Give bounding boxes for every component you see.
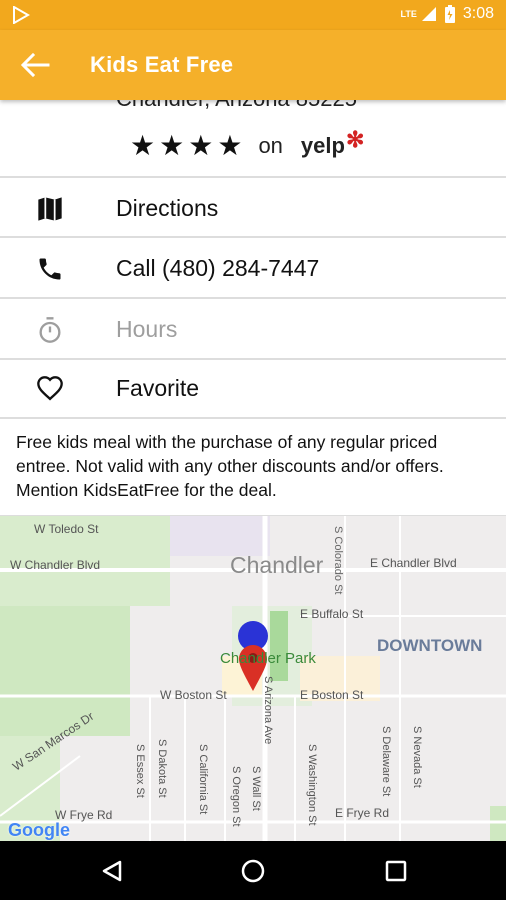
battery-icon — [444, 5, 455, 23]
yelp-logo[interactable]: yelp — [301, 133, 345, 159]
timer-icon — [39, 317, 61, 343]
street-label: S Delaware St — [380, 726, 392, 797]
back-arrow-icon[interactable] — [20, 52, 50, 78]
street-label: W Chandler Blvd — [10, 558, 101, 572]
star-icon: ★ — [159, 130, 185, 161]
star-icon: ★ — [130, 130, 156, 161]
call-label: Call (480) 284-7447 — [116, 255, 320, 281]
street-label: E Boston St — [300, 688, 364, 702]
navigation-bar — [0, 841, 506, 900]
favorite-row[interactable]: Favorite — [0, 358, 506, 419]
rating-on-label: on — [258, 133, 283, 158]
street-label: S Essex St — [134, 744, 146, 798]
nav-recents-icon[interactable] — [384, 859, 408, 883]
nav-home-icon[interactable] — [240, 858, 266, 884]
yelp-burst-icon: ✻ — [345, 127, 365, 152]
street-label: S Washington St — [306, 744, 318, 826]
map-park-label: Chandler Park — [220, 650, 316, 667]
street-label: S California St — [197, 744, 209, 815]
hours-row[interactable]: Hours — [0, 297, 506, 358]
street-label: S Wall St — [250, 766, 262, 811]
nav-back-icon[interactable] — [100, 859, 124, 883]
page-title: Kids Eat Free — [90, 52, 234, 77]
app-bar: Kids Eat Free — [0, 30, 506, 100]
map-icon — [38, 197, 62, 221]
status-bar: LTE 3:08 — [0, 0, 506, 30]
hours-label: Hours — [116, 316, 178, 342]
heart-icon — [37, 376, 63, 401]
street-label: W Boston St — [160, 688, 227, 702]
play-store-icon — [13, 6, 30, 24]
favorite-label: Favorite — [116, 375, 200, 401]
star-icon: ★ — [188, 130, 214, 161]
map-view[interactable]: Chandler DOWNTOWN Chandler Park W Toledo… — [0, 515, 506, 842]
star-icon: ★ — [217, 130, 243, 161]
deal-description: Free kids meal with the purchase of any … — [16, 432, 444, 500]
map-district-label: DOWNTOWN — [377, 636, 483, 655]
street-label: E Frye Rd — [335, 806, 390, 820]
street-label: S Oregon St — [230, 766, 242, 827]
street-label: S Colorado St — [332, 526, 344, 595]
street-label: S Dakota St — [156, 739, 168, 798]
street-label: S Nevada St — [411, 726, 423, 788]
street-label: E Buffalo St — [300, 607, 364, 621]
directions-label: Directions — [116, 195, 219, 221]
rating: ★ ★ ★ ★ on yelp ✻ — [130, 127, 364, 161]
google-logo: Google — [8, 820, 70, 840]
signal-icon — [421, 7, 436, 21]
street-label: E Chandler Blvd — [370, 556, 457, 570]
directions-row[interactable]: Directions — [0, 176, 506, 237]
street-label: S Arizona Ave — [262, 676, 274, 745]
street-label: W Toledo St — [34, 522, 99, 536]
map-city-label: Chandler — [230, 552, 324, 578]
call-row[interactable]: Call (480) 284-7447 — [0, 236, 506, 297]
phone-icon — [39, 258, 61, 280]
network-type: LTE — [400, 9, 417, 19]
clock: 3:08 — [462, 5, 494, 22]
